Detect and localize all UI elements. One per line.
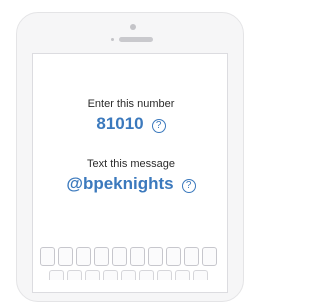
keyboard-key[interactable]: [130, 247, 145, 266]
keyboard-key[interactable]: [202, 247, 217, 266]
keyboard-key[interactable]: [58, 247, 73, 266]
phone-screen: Enter this number 81010? Text this messa…: [32, 53, 228, 293]
keyboard-key[interactable]: [49, 270, 64, 280]
keyboard-key[interactable]: [121, 270, 136, 280]
keyboard-key[interactable]: [85, 270, 100, 280]
number-value-row: 81010?: [33, 114, 229, 134]
keyboard-key[interactable]: [157, 270, 172, 280]
keyboard-key[interactable]: [94, 247, 109, 266]
message-value-row: @bpeknights?: [33, 174, 229, 194]
keyboard-key[interactable]: [166, 247, 181, 266]
message-label: Text this message: [86, 158, 176, 170]
keyboard-key[interactable]: [175, 270, 190, 280]
sensor-dot: [111, 38, 114, 41]
keyboard-key[interactable]: [76, 247, 91, 266]
keyboard-key[interactable]: [40, 247, 55, 266]
speaker-grille: [119, 37, 153, 42]
keyboard-key[interactable]: [67, 270, 82, 280]
camera-icon: [130, 24, 136, 30]
number-value: 81010: [96, 114, 144, 133]
keyboard-key[interactable]: [112, 247, 127, 266]
message-help-icon[interactable]: ?: [181, 179, 196, 193]
keyboard-key[interactable]: [193, 270, 208, 280]
number-help-icon[interactable]: ?: [151, 119, 166, 133]
keyboard-key[interactable]: [103, 270, 118, 280]
message-value: @bpeknights: [66, 174, 174, 193]
number-label: Enter this number: [87, 98, 175, 110]
keyboard-key[interactable]: [139, 270, 154, 280]
keyboard-key[interactable]: [184, 247, 199, 266]
keyboard-key[interactable]: [148, 247, 163, 266]
